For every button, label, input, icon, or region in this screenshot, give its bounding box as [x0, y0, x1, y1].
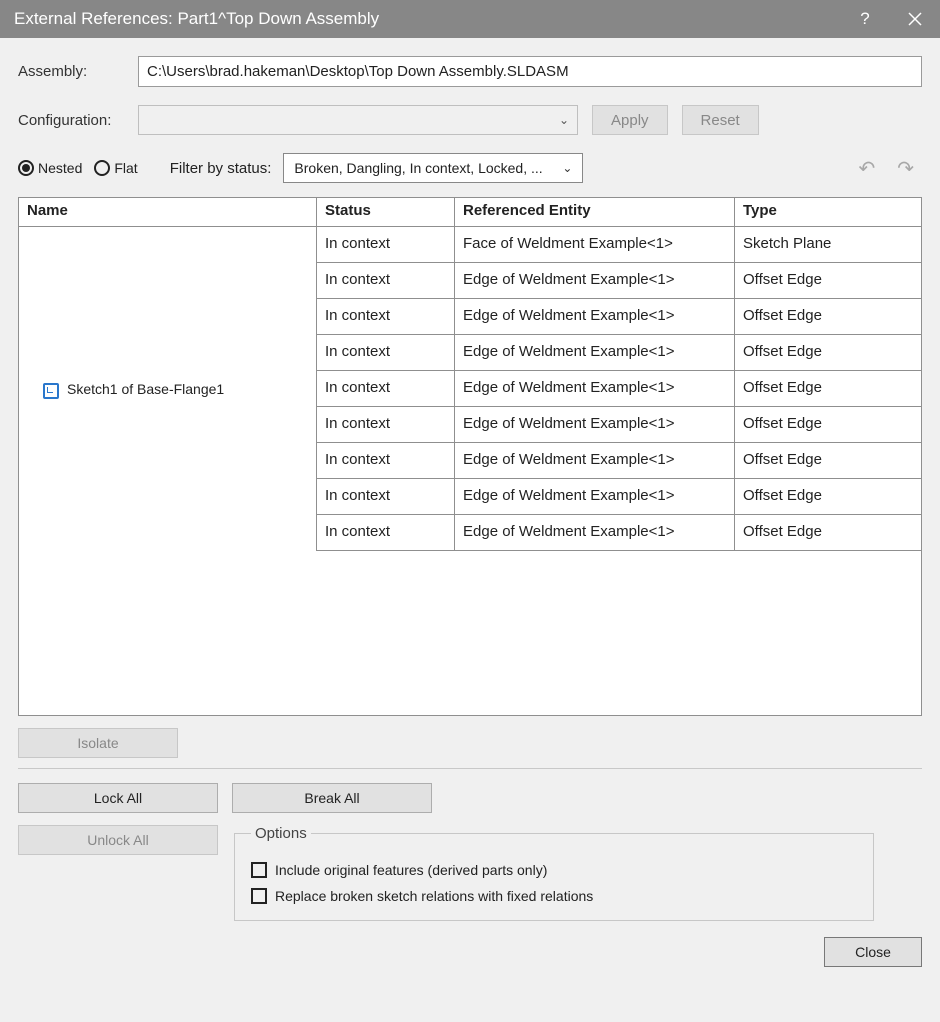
name-cell-text: Sketch1 of Base-Flange1	[67, 381, 224, 397]
cell-referenced-entity: Edge of Weldment Example<1>	[455, 515, 735, 550]
help-button[interactable]: ?	[840, 0, 890, 38]
chevron-down-icon: ⌄	[559, 113, 569, 127]
cell-type: Offset Edge	[735, 443, 921, 478]
unlock-all-button[interactable]: Unlock All	[18, 825, 218, 855]
cell-status: In context	[317, 443, 455, 478]
table-row[interactable]: In contextEdge of Weldment Example<1>Off…	[317, 515, 921, 551]
divider	[18, 768, 922, 769]
cell-status: In context	[317, 263, 455, 298]
replace-broken-checkbox[interactable]	[251, 888, 267, 904]
cell-type: Offset Edge	[735, 263, 921, 298]
view-flat-label: Flat	[114, 160, 137, 176]
cell-type: Offset Edge	[735, 371, 921, 406]
close-button[interactable]: Close	[824, 937, 922, 967]
column-header-name[interactable]: Name	[19, 198, 317, 226]
cell-type: Offset Edge	[735, 479, 921, 514]
cell-type: Offset Edge	[735, 335, 921, 370]
cell-referenced-entity: Face of Weldment Example<1>	[455, 227, 735, 262]
view-nested-label: Nested	[38, 160, 82, 176]
cell-referenced-entity: Edge of Weldment Example<1>	[455, 371, 735, 406]
cell-type: Sketch Plane	[735, 227, 921, 262]
table-row[interactable]: In contextEdge of Weldment Example<1>Off…	[317, 407, 921, 443]
title-bar: External References: Part1^Top Down Asse…	[0, 0, 940, 38]
column-header-status[interactable]: Status	[317, 198, 455, 226]
cell-referenced-entity: Edge of Weldment Example<1>	[455, 335, 735, 370]
table-row[interactable]: In contextEdge of Weldment Example<1>Off…	[317, 371, 921, 407]
assembly-label: Assembly:	[18, 63, 138, 80]
chevron-down-icon: ⌄	[562, 161, 572, 175]
references-grid: Name Status Referenced Entity Type Sketc…	[18, 197, 922, 716]
window-title: External References: Part1^Top Down Asse…	[14, 9, 379, 29]
configuration-dropdown[interactable]: ⌄	[138, 105, 578, 135]
filter-status-dropdown[interactable]: Broken, Dangling, In context, Locked, ..…	[283, 153, 583, 183]
radio-icon	[94, 160, 110, 176]
isolate-button[interactable]: Isolate	[18, 728, 178, 758]
table-row[interactable]: In contextEdge of Weldment Example<1>Off…	[317, 443, 921, 479]
cell-referenced-entity: Edge of Weldment Example<1>	[455, 299, 735, 334]
lock-all-button[interactable]: Lock All	[18, 783, 218, 813]
close-window-button[interactable]	[890, 0, 940, 38]
cell-referenced-entity: Edge of Weldment Example<1>	[455, 407, 735, 442]
replace-broken-label: Replace broken sketch relations with fix…	[275, 888, 593, 904]
close-icon	[908, 12, 922, 26]
filter-status-value: Broken, Dangling, In context, Locked, ..…	[294, 160, 542, 176]
cell-referenced-entity: Edge of Weldment Example<1>	[455, 479, 735, 514]
cell-status: In context	[317, 479, 455, 514]
table-row[interactable]: In contextEdge of Weldment Example<1>Off…	[317, 263, 921, 299]
sketch-icon	[43, 383, 59, 399]
table-row[interactable]: In contextEdge of Weldment Example<1>Off…	[317, 335, 921, 371]
table-row[interactable]: In contextEdge of Weldment Example<1>Off…	[317, 479, 921, 515]
apply-button[interactable]: Apply	[592, 105, 668, 135]
column-header-referenced-entity[interactable]: Referenced Entity	[455, 198, 735, 226]
cell-status: In context	[317, 515, 455, 550]
cell-status: In context	[317, 335, 455, 370]
cell-status: In context	[317, 227, 455, 262]
cell-status: In context	[317, 371, 455, 406]
cell-type: Offset Edge	[735, 515, 921, 550]
configuration-label: Configuration:	[18, 112, 138, 129]
view-flat-radio[interactable]: Flat	[94, 160, 137, 176]
cell-referenced-entity: Edge of Weldment Example<1>	[455, 443, 735, 478]
reset-button[interactable]: Reset	[682, 105, 759, 135]
radio-icon	[18, 160, 34, 176]
column-header-type[interactable]: Type	[735, 198, 921, 226]
cell-type: Offset Edge	[735, 407, 921, 442]
name-cell[interactable]: Sketch1 of Base-Flange1	[19, 227, 317, 551]
table-row[interactable]: In contextEdge of Weldment Example<1>Off…	[317, 299, 921, 335]
cell-status: In context	[317, 407, 455, 442]
redo-icon[interactable]: ↷	[897, 156, 914, 181]
undo-icon[interactable]: ↶	[858, 156, 875, 181]
cell-type: Offset Edge	[735, 299, 921, 334]
options-legend: Options	[251, 825, 311, 842]
view-nested-radio[interactable]: Nested	[18, 160, 82, 176]
include-original-checkbox[interactable]	[251, 862, 267, 878]
cell-status: In context	[317, 299, 455, 334]
assembly-path-input[interactable]	[138, 56, 922, 87]
table-row[interactable]: In contextFace of Weldment Example<1>Ske…	[317, 227, 921, 263]
break-all-button[interactable]: Break All	[232, 783, 432, 813]
cell-referenced-entity: Edge of Weldment Example<1>	[455, 263, 735, 298]
filter-label: Filter by status:	[170, 160, 272, 177]
options-group: Options Include original features (deriv…	[234, 825, 874, 921]
include-original-label: Include original features (derived parts…	[275, 862, 547, 878]
